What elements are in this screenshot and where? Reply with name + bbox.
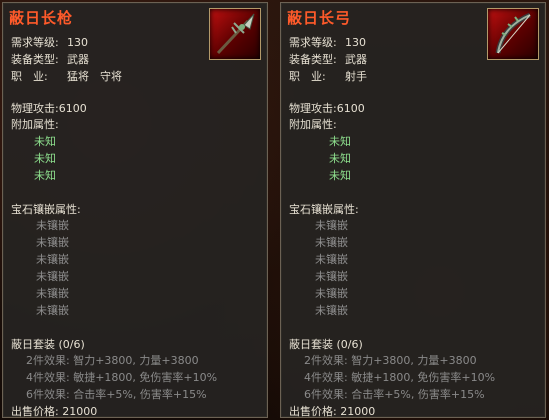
- extra-attr-label: 附加属性:: [11, 118, 59, 131]
- set-bonus-4: 4件效果: 敏捷+1800, 免伤害率+10%: [304, 371, 496, 384]
- gem-slot-6: 未镶嵌: [315, 304, 348, 317]
- gem-slot-4: 未镶嵌: [315, 270, 348, 283]
- phys-attack: 物理攻击:6100: [11, 102, 87, 115]
- item-name: 蔽日长枪: [9, 9, 74, 27]
- gem-label: 宝石镶嵌属性:: [289, 203, 359, 216]
- extra-attr-3: 未知: [34, 169, 56, 182]
- class-req: 职 业: 猛将 守将: [11, 70, 122, 83]
- gem-slot-2: 未镶嵌: [315, 236, 348, 249]
- item-name: 蔽日长弓: [287, 9, 352, 27]
- extra-attr-2: 未知: [34, 152, 56, 165]
- extra-attr-1: 未知: [329, 135, 351, 148]
- gem-slot-3: 未镶嵌: [315, 253, 348, 266]
- item-tooltip-spear: 蔽日长枪 需求等级: 130 装备类型: 武器 职 业: 猛将 守将 物理攻击:610…: [2, 2, 268, 418]
- sell-price: 出售价格: 21000: [11, 405, 98, 418]
- set-bonus-4: 4件效果: 敏捷+1800, 免伤害率+10%: [26, 371, 218, 384]
- gem-slot-1: 未镶嵌: [36, 219, 69, 232]
- extra-attr-3: 未知: [329, 169, 351, 182]
- gem-slot-2: 未镶嵌: [36, 236, 69, 249]
- gem-slot-4: 未镶嵌: [36, 270, 69, 283]
- set-bonus-2: 2件效果: 智力+3800, 力量+3800: [304, 354, 477, 367]
- extra-attr-label: 附加属性:: [289, 118, 337, 131]
- gem-slot-1: 未镶嵌: [315, 219, 348, 232]
- equip-type: 装备类型: 武器: [289, 53, 367, 66]
- gem-slot-6: 未镶嵌: [36, 304, 69, 317]
- phys-attack: 物理攻击:6100: [289, 102, 365, 115]
- equip-type: 装备类型: 武器: [11, 53, 89, 66]
- sell-price: 出售价格: 21000: [289, 405, 376, 418]
- spear-icon: [209, 8, 261, 60]
- gem-slot-5: 未镶嵌: [315, 287, 348, 300]
- set-bonus-2: 2件效果: 智力+3800, 力量+3800: [26, 354, 199, 367]
- extra-attr-1: 未知: [34, 135, 56, 148]
- req-level: 需求等级: 130: [289, 36, 366, 49]
- req-level: 需求等级: 130: [11, 36, 88, 49]
- set-bonus-6: 6件效果: 合击率+5%, 伤害率+15%: [26, 388, 207, 401]
- extra-attr-2: 未知: [329, 152, 351, 165]
- gem-slot-5: 未镶嵌: [36, 287, 69, 300]
- set-bonus-6: 6件效果: 合击率+5%, 伤害率+15%: [304, 388, 485, 401]
- gem-label: 宝石镶嵌属性:: [11, 203, 81, 216]
- bow-icon: [487, 8, 539, 60]
- item-tooltip-bow: 蔽日长弓 需求等级: 130 装备类型: 武器 职 业: 射手 物理攻击:6100 附…: [280, 2, 546, 418]
- class-req: 职 业: 射手: [289, 70, 367, 83]
- set-title: 蔽日套装 (0/6): [289, 338, 363, 351]
- set-title: 蔽日套装 (0/6): [11, 338, 85, 351]
- gem-slot-3: 未镶嵌: [36, 253, 69, 266]
